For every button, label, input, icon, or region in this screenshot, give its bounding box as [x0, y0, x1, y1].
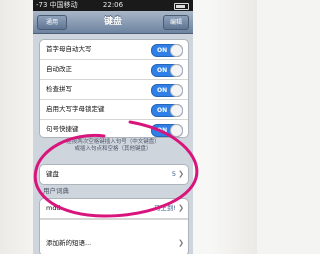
- keyboard-settings-group: 首字母自动大写 ON 自动改正 ON 检查拼写 ON 启用大写字母锁定键 ON …: [39, 39, 189, 138]
- toggle-knob: [170, 124, 183, 137]
- toggle-state: ON: [157, 67, 168, 74]
- page-title: 键盘: [103, 17, 122, 27]
- setting-label: 首字母自动大写: [46, 45, 92, 53]
- toggle-state: ON: [157, 47, 168, 54]
- group-separator: [40, 219, 188, 234]
- back-button[interactable]: 通用: [37, 15, 67, 30]
- chevron-right-icon: ❯: [178, 204, 184, 212]
- setting-row-period-shortcut: 句号快捷键 ON: [40, 120, 188, 137]
- keyboards-row[interactable]: 键盘 5 ❯: [40, 165, 188, 184]
- edit-button[interactable]: 编辑: [163, 15, 189, 30]
- chevron-right-icon: ❯: [178, 170, 184, 178]
- toggle-knob: [170, 104, 183, 117]
- toggle-switch[interactable]: ON: [151, 124, 183, 137]
- setting-label: 句号快捷键: [46, 125, 79, 133]
- setting-label: 检查拼写: [46, 85, 72, 93]
- user-dictionary-header: 用户词典: [43, 187, 69, 195]
- status-bar: -73 中国移动 22:06: [33, 0, 193, 11]
- keyboards-count: 5: [171, 170, 176, 178]
- battery-icon: [174, 3, 189, 10]
- keyboards-group: 键盘 5 ❯: [39, 164, 189, 185]
- setting-row-spell-check: 检查拼写 ON: [40, 80, 188, 100]
- chevron-right-icon: ❯: [178, 239, 184, 247]
- toggle-switch[interactable]: ON: [151, 104, 183, 117]
- user-dictionary-group: mdd 马上到! ❯ 添加新的短语... ❯: [39, 198, 189, 254]
- phone-screen: -73 中国移动 22:06 通用 键盘 编辑 首字母自动大写 ON 自动改正 …: [33, 0, 193, 254]
- navigation-bar: 通用 键盘 编辑: [33, 11, 193, 34]
- toggle-knob: [170, 44, 183, 57]
- shortcut-label: mdd: [46, 204, 61, 212]
- period-shortcut-footnote: 连按两次空格键插入句号（中文键盘） 或插入句点和空格（其他键盘）: [41, 139, 185, 153]
- toggle-switch[interactable]: ON: [151, 44, 183, 57]
- clock-text: 22:06: [102, 1, 124, 9]
- toggle-switch[interactable]: ON: [151, 84, 183, 97]
- footnote-line: 或插入句点和空格（其他键盘）: [74, 146, 152, 152]
- setting-label: 启用大写字母锁定键: [46, 105, 105, 113]
- setting-row-caps-lock: 启用大写字母锁定键 ON: [40, 100, 188, 120]
- footnote-line: 连按两次空格键插入句号（中文键盘）: [66, 139, 160, 145]
- toggle-knob: [170, 64, 183, 77]
- setting-row-auto-capitalize: 首字母自动大写 ON: [40, 40, 188, 60]
- setting-label: 自动改正: [46, 65, 72, 73]
- toggle-state: ON: [157, 107, 168, 114]
- setting-row-auto-correct: 自动改正 ON: [40, 60, 188, 80]
- toggle-state: ON: [157, 87, 168, 94]
- toggle-switch[interactable]: ON: [151, 64, 183, 77]
- shortcut-row[interactable]: mdd 马上到! ❯: [40, 199, 188, 219]
- add-phrase-label: 添加新的短语...: [46, 239, 92, 247]
- add-phrase-row[interactable]: 添加新的短语... ❯: [40, 234, 188, 253]
- shortcut-phrase: 马上到!: [153, 204, 176, 212]
- keyboards-label: 键盘: [46, 170, 59, 178]
- toggle-knob: [170, 84, 183, 97]
- toggle-state: ON: [157, 127, 168, 134]
